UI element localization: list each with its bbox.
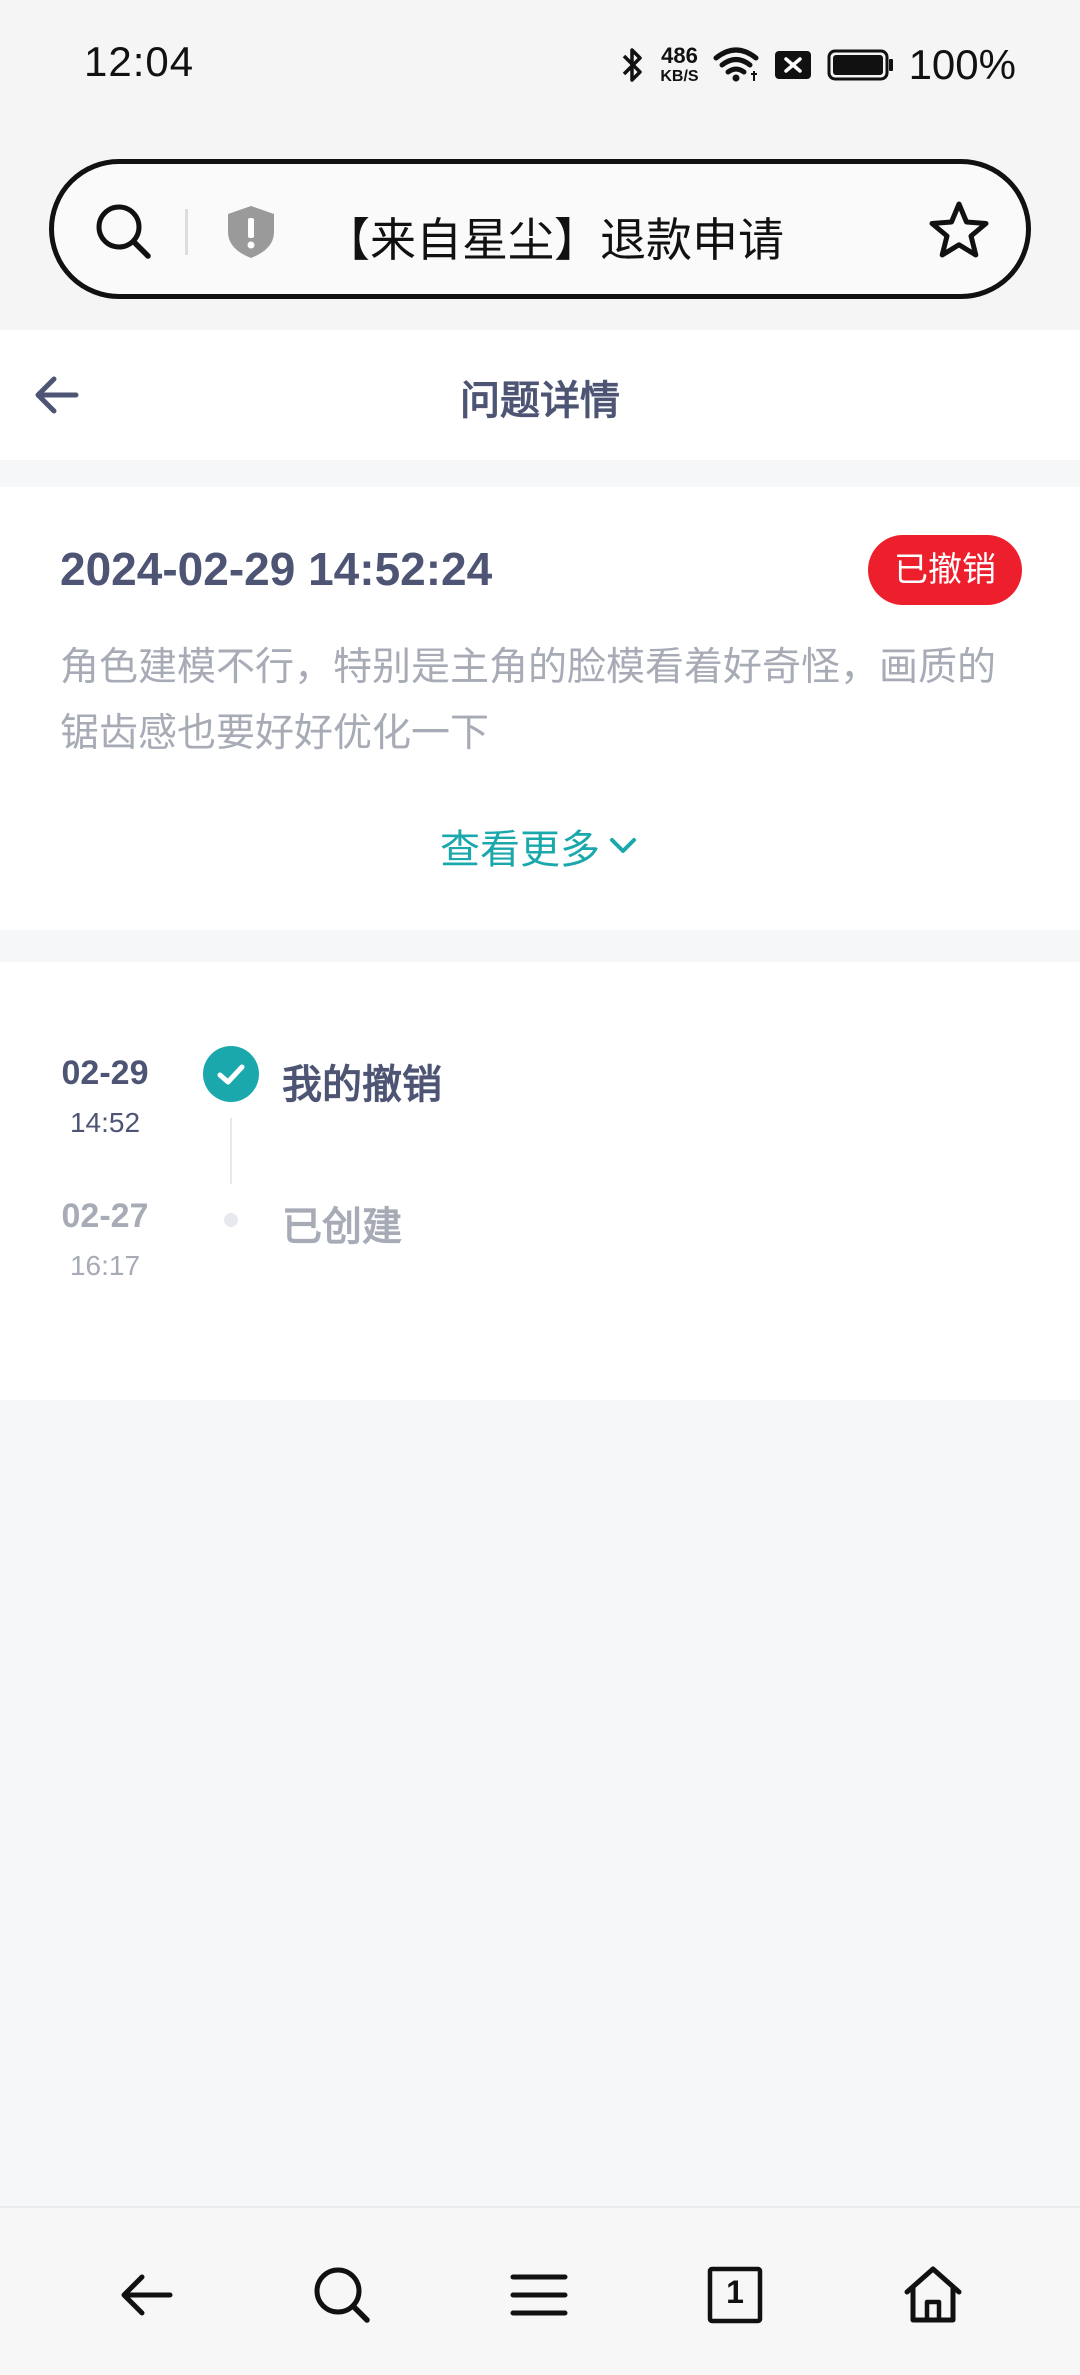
star-icon[interactable] (928, 200, 990, 262)
tab-count: 1 (726, 2274, 744, 2310)
bottom-nav: 1 (0, 2206, 1080, 2375)
nav-back-button[interactable] (111, 2260, 181, 2330)
nav-tabs-button[interactable]: 1 (700, 2260, 770, 2330)
timeline-connector (230, 1118, 232, 1184)
nav-menu-button[interactable] (504, 2260, 574, 2330)
battery-icon (827, 49, 893, 81)
net-speed: 486 KB/S (660, 45, 698, 85)
status-icons: 486 KB/S 100% (620, 40, 1016, 90)
ticket-card: 2024-02-29 14:52:24 已撤销 角色建模不行，特别是主角的脸模看… (0, 487, 1080, 930)
timeline-title: 已创建 (282, 1204, 402, 1250)
timeline-time: 14:52 (69, 1107, 141, 1138)
status-time: 12:04 (84, 38, 195, 85)
bluetooth-icon (623, 48, 643, 82)
timeline-time: 16:17 (69, 1250, 141, 1281)
page: 12:04 486 KB/S 100% 【来自星尘】退款申请 问题详情 2024… (0, 0, 1080, 2375)
wifi-icon (713, 47, 759, 82)
no-sim-icon (774, 51, 811, 79)
nav-search-button[interactable] (307, 2260, 377, 2330)
shield-icon[interactable] (224, 204, 278, 260)
browser-toolbar: 【来自星尘】退款申请 (0, 130, 1080, 330)
menu-icon (510, 2274, 568, 2316)
chevron-down-icon (610, 838, 636, 853)
progress-timeline: 02-29 14:52 我的撤销 02-27 16:17 已创建 (0, 962, 1080, 1400)
home-icon (904, 2266, 962, 2323)
status-badge: 已撤销 (868, 535, 1022, 605)
net-speed-unit: KB/S (660, 68, 699, 85)
address-divider (185, 209, 188, 255)
see-more-label: 查看更多 (440, 827, 600, 873)
search-icon[interactable] (94, 202, 154, 262)
see-more-link[interactable]: 查看更多 (0, 817, 1080, 875)
address-bar[interactable]: 【来自星尘】退款申请 (49, 159, 1031, 299)
nav-home-button[interactable] (898, 2260, 968, 2330)
page-header: 问题详情 (0, 330, 1080, 460)
ticket-description: 角色建模不行，特别是主角的脸模看着好奇怪，画质的锯齿感也要好好优化一下 (60, 645, 997, 756)
check-circle-icon (203, 1046, 259, 1102)
address-text[interactable]: 【来自星尘】退款申请 (324, 204, 784, 270)
ticket-datetime: 2024-02-29 14:52:24 (60, 543, 493, 595)
net-speed-value: 486 (661, 43, 698, 68)
timeline-title: 我的撤销 (282, 1062, 442, 1108)
search-icon (314, 2267, 370, 2323)
timeline-date: 02-29 (61, 1054, 149, 1092)
timeline-dot (224, 1213, 238, 1227)
page-title: 问题详情 (460, 378, 620, 424)
back-icon (121, 2274, 173, 2316)
status-bar: 12:04 486 KB/S 100% (0, 0, 1080, 130)
timeline-date: 02-27 (61, 1197, 149, 1235)
battery-percent: 100% (908, 41, 1016, 88)
